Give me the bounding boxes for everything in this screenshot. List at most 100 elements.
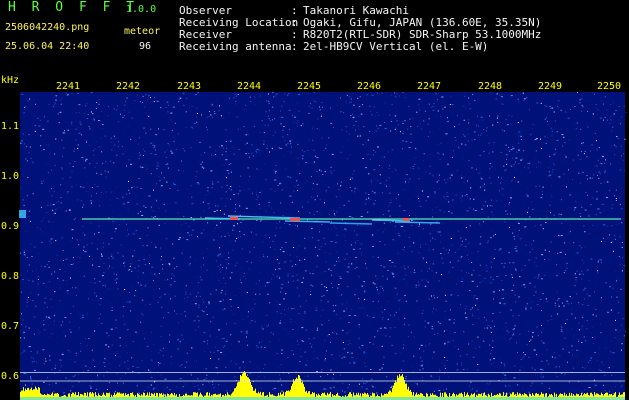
noise-speck bbox=[556, 291, 558, 292]
noise-speck bbox=[103, 105, 106, 107]
noise-speck bbox=[310, 284, 312, 286]
noise-speck bbox=[501, 280, 503, 281]
noise-speck bbox=[415, 186, 417, 188]
noise-speck bbox=[317, 118, 319, 120]
noise-speck bbox=[612, 286, 614, 288]
noise-speck bbox=[429, 153, 431, 155]
noise-speck bbox=[440, 116, 442, 118]
noise-speck bbox=[274, 95, 276, 97]
noise-speck bbox=[420, 344, 423, 346]
noise-speck bbox=[230, 171, 232, 173]
noise-speck bbox=[268, 201, 270, 203]
noise-speck bbox=[600, 99, 602, 101]
noise-speck bbox=[440, 199, 442, 201]
noise-speck bbox=[506, 135, 508, 137]
noise-speck bbox=[535, 150, 537, 152]
noise-bright-speck bbox=[461, 143, 463, 145]
noise-speck bbox=[478, 172, 481, 174]
noise-speck bbox=[511, 274, 513, 276]
noise-speck bbox=[230, 305, 232, 307]
noise-speck bbox=[295, 321, 297, 323]
noise-speck bbox=[177, 322, 179, 324]
noise-speck bbox=[321, 223, 323, 225]
noise-speck bbox=[432, 230, 434, 232]
noise-speck bbox=[119, 378, 121, 379]
noise-speck bbox=[572, 354, 573, 356]
noise-speck bbox=[579, 213, 581, 214]
noise-speck bbox=[82, 315, 84, 316]
noise-speck bbox=[365, 311, 366, 313]
noise-speck bbox=[313, 214, 315, 215]
noise-speck bbox=[229, 299, 232, 300]
noise-speck bbox=[460, 303, 462, 305]
noise-speck bbox=[53, 333, 54, 335]
noise-speck bbox=[100, 313, 101, 315]
noise-speck bbox=[492, 291, 495, 293]
noise-speck bbox=[389, 202, 392, 204]
noise-speck bbox=[183, 383, 186, 385]
noise-speck bbox=[275, 176, 277, 178]
noise-speck bbox=[274, 118, 275, 120]
noise-speck bbox=[531, 201, 533, 203]
noise-bright-speck bbox=[621, 270, 623, 272]
noise-speck bbox=[594, 384, 597, 386]
noise-speck bbox=[481, 131, 483, 133]
noise-bright-speck bbox=[595, 140, 597, 142]
noise-speck bbox=[163, 129, 165, 131]
noise-speck bbox=[460, 255, 462, 257]
noise-speck bbox=[410, 133, 412, 135]
noise-speck bbox=[484, 278, 486, 279]
signal-bar bbox=[297, 378, 298, 400]
noise-speck bbox=[279, 227, 281, 228]
noise-speck bbox=[339, 374, 341, 376]
noise-speck bbox=[243, 275, 245, 277]
noise-speck bbox=[110, 141, 113, 143]
noise-speck bbox=[437, 217, 439, 219]
noise-speck bbox=[29, 378, 32, 380]
x-tick-label: 2248 bbox=[478, 81, 502, 92]
noise-speck bbox=[445, 318, 446, 319]
noise-speck bbox=[118, 141, 119, 143]
noise-speck bbox=[509, 309, 511, 311]
noise-speck bbox=[395, 263, 397, 264]
noise-speck bbox=[195, 176, 197, 177]
noise-speck bbox=[368, 316, 370, 318]
noise-speck bbox=[474, 100, 476, 101]
noise-speck bbox=[126, 97, 128, 99]
noise-speck bbox=[37, 252, 39, 254]
noise-speck bbox=[192, 299, 194, 301]
noise-speck bbox=[493, 142, 495, 144]
noise-speck bbox=[98, 146, 101, 148]
noise-bright-speck bbox=[579, 273, 581, 275]
noise-speck bbox=[302, 149, 303, 151]
noise-speck bbox=[152, 280, 154, 281]
noise-speck bbox=[261, 219, 263, 221]
noise-speck bbox=[439, 158, 441, 160]
noise-speck bbox=[296, 125, 298, 127]
noise-speck bbox=[57, 277, 59, 279]
noise-speck bbox=[422, 309, 424, 311]
noise-speck bbox=[437, 99, 438, 101]
noise-speck bbox=[349, 330, 351, 332]
noise-speck bbox=[299, 348, 302, 350]
noise-speck bbox=[104, 135, 106, 137]
noise-speck bbox=[34, 99, 36, 101]
noise-speck bbox=[382, 192, 383, 194]
noise-speck bbox=[360, 216, 363, 217]
noise-speck bbox=[575, 128, 577, 130]
noise-speck bbox=[305, 329, 308, 331]
noise-speck bbox=[200, 202, 202, 204]
noise-bright-speck bbox=[155, 246, 157, 248]
noise-speck bbox=[297, 122, 299, 124]
noise-speck bbox=[301, 155, 304, 157]
noise-speck bbox=[129, 268, 131, 270]
noise-speck bbox=[327, 129, 329, 131]
noise-speck bbox=[568, 381, 570, 383]
noise-speck bbox=[123, 128, 125, 130]
noise-speck bbox=[144, 338, 146, 340]
noise-speck bbox=[555, 120, 557, 122]
noise-bright-speck bbox=[363, 298, 365, 300]
signal-bar bbox=[242, 373, 243, 400]
noise-speck bbox=[581, 95, 584, 97]
noise-speck bbox=[49, 281, 51, 283]
